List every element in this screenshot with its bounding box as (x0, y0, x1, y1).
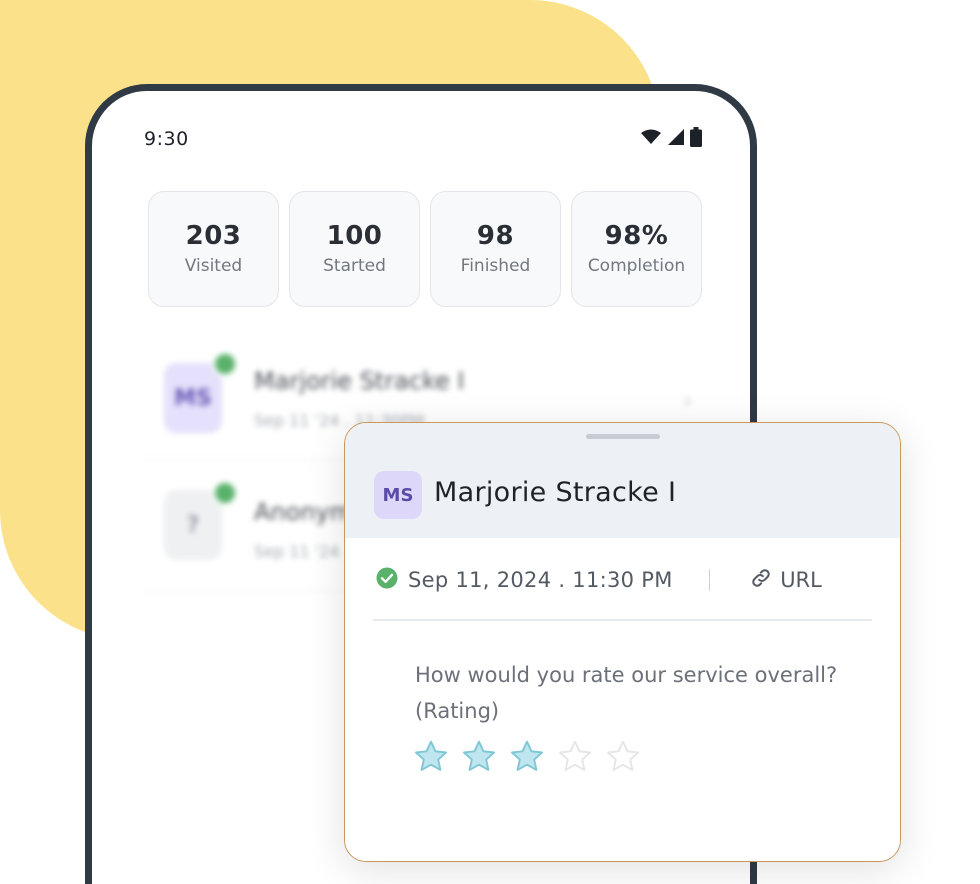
star-filled-icon[interactable] (509, 739, 545, 773)
wifi-icon (640, 129, 662, 149)
stat-label: Finished (460, 256, 531, 277)
avatar: MS (374, 471, 422, 519)
check-circle-icon (212, 351, 238, 377)
stat-card-finished: 98 Finished (430, 191, 561, 307)
response-date: Sep 11, 2024 . 11:30 PM (408, 568, 673, 592)
response-name: Marjorie Stracke I (254, 367, 465, 395)
stat-label: Completion (587, 256, 686, 277)
stat-card-visited: 203 Visited (148, 191, 279, 307)
avatar: ? (164, 490, 222, 560)
avatar: MS (164, 363, 222, 433)
response-meta: Sep 11, 2024 . 11:30 PM URL (376, 563, 870, 597)
question-text: How would you rate our service overall? … (415, 663, 838, 723)
stat-card-started: 100 Started (289, 191, 420, 307)
star-filled-icon[interactable] (461, 739, 497, 773)
stat-value: 203 (185, 220, 242, 251)
star-filled-icon[interactable] (413, 739, 449, 773)
status-time: 9:30 (144, 128, 189, 150)
response-detail-card: MS Marjorie Stracke I Sep 11, 2024 . 11:… (344, 422, 901, 862)
check-circle-icon (212, 480, 238, 506)
status-icons (640, 127, 702, 151)
response-date: Sep 11 '24 (254, 542, 340, 561)
url-link[interactable]: URL (780, 568, 822, 592)
meta-divider (708, 569, 711, 591)
stat-value: 98% (604, 220, 669, 251)
link-icon[interactable] (750, 567, 772, 593)
bottom-fade-overlay (345, 791, 900, 861)
stat-value: 100 (326, 220, 383, 251)
drag-handle[interactable] (586, 434, 660, 439)
stat-label: Visited (184, 256, 243, 277)
status-bar: 9:30 (144, 127, 702, 151)
star-empty-icon[interactable] (557, 739, 593, 773)
divider (373, 619, 872, 621)
chevron-right-icon: › (683, 389, 692, 414)
stats-row: 203 Visited 100 Started 98 Finished 98% … (148, 191, 702, 307)
card-header: MS Marjorie Stracke I (345, 423, 900, 538)
stat-value: 98 (476, 220, 515, 251)
star-empty-icon[interactable] (605, 739, 641, 773)
star-rating (413, 739, 641, 773)
battery-icon (690, 127, 702, 151)
stat-label: Started (323, 256, 386, 277)
check-circle-icon (376, 567, 398, 593)
signal-icon (667, 128, 685, 150)
respondent-name: Marjorie Stracke I (434, 477, 677, 508)
stat-card-completion: 98% Completion (571, 191, 702, 307)
